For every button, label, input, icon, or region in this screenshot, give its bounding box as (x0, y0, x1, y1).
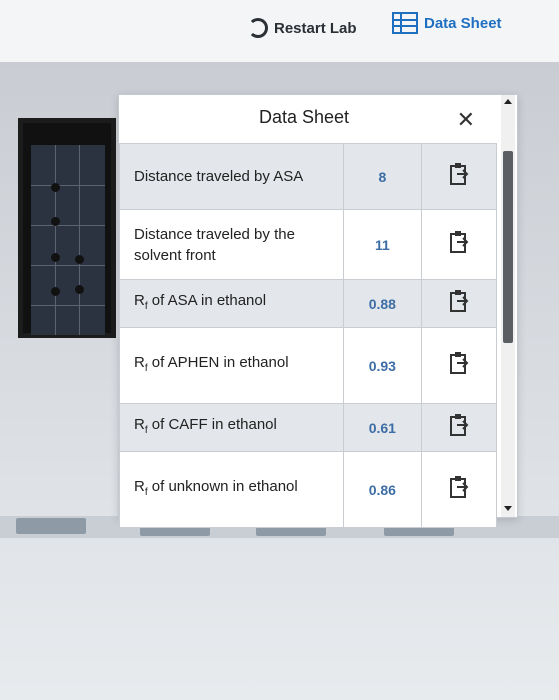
plate-gridline (79, 145, 80, 335)
close-icon[interactable]: ✕ (457, 107, 475, 133)
plate-gridline (31, 225, 105, 226)
data-sheet-label: Data Sheet (424, 14, 502, 32)
table-row: Distance traveled by ASA 8 (118, 143, 498, 210)
panel-scrollbar[interactable] (501, 95, 515, 517)
copy-cell (420, 327, 498, 404)
table-row: Rf of ASA in ethanol 0.88 (118, 279, 498, 328)
row-label: Rf of APHEN in ethanol (118, 327, 345, 404)
row-label-text: of CAFF in ethanol (147, 416, 277, 433)
data-sheet-table: Distance traveled by ASA 8 Distance trav… (118, 143, 498, 528)
tlc-plate[interactable] (18, 118, 116, 338)
table-row: Rf of CAFF in ethanol 0.61 (118, 403, 498, 452)
clipboard-icon[interactable] (448, 230, 470, 254)
restart-lab-label: Restart Lab (274, 19, 357, 37)
clipboard-icon[interactable] (448, 475, 470, 499)
row-value: 0.88 (343, 279, 422, 328)
rf-symbol: R (134, 292, 145, 309)
row-value: 0.93 (343, 327, 422, 404)
panel-title: Data Sheet (258, 107, 350, 127)
plate-gridline (31, 185, 105, 186)
copy-cell (420, 143, 498, 210)
row-label-text: of unknown in ethanol (147, 478, 298, 495)
copy-cell (420, 279, 498, 328)
table-row: Rf of unknown in ethanol 0.86 (118, 451, 498, 528)
plate-gridline (31, 265, 105, 266)
tlc-spot (51, 287, 60, 296)
row-label: Distance traveled by ASA (118, 143, 345, 210)
clipboard-icon[interactable] (448, 413, 470, 437)
tlc-spot (75, 285, 84, 294)
table-row: Distance traveled by the solvent front 1… (118, 209, 498, 280)
scroll-up-icon[interactable] (504, 99, 512, 104)
tlc-spot (51, 253, 60, 262)
tlc-spot (51, 183, 60, 192)
row-label: Distance traveled by the solvent front (118, 209, 345, 280)
row-value: 0.86 (343, 451, 422, 528)
data-sheet-button[interactable]: Data Sheet (392, 12, 502, 34)
restart-icon (248, 18, 268, 38)
copy-cell (420, 403, 498, 452)
rf-symbol: R (134, 354, 145, 371)
plate-gridline (31, 305, 105, 306)
top-toolbar: Restart Lab Data Sheet (0, 0, 559, 62)
row-label: Rf of CAFF in ethanol (118, 403, 345, 452)
copy-cell (420, 451, 498, 528)
tlc-spot (51, 217, 60, 226)
row-label: Rf of unknown in ethanol (118, 451, 345, 528)
row-value: 11 (343, 209, 422, 280)
row-label: Rf of ASA in ethanol (118, 279, 345, 328)
row-label-text: of APHEN in ethanol (147, 354, 289, 371)
rf-symbol: R (134, 416, 145, 433)
data-sheet-panel: Data Sheet ✕ Distance traveled by ASA 8 … (118, 94, 518, 528)
table-icon (392, 12, 418, 34)
tlc-plate-surface (31, 145, 105, 335)
table-row: Rf of APHEN in ethanol 0.93 (118, 327, 498, 404)
tlc-spot (75, 255, 84, 264)
restart-lab-button[interactable]: Restart Lab (248, 18, 357, 38)
clipboard-icon[interactable] (448, 351, 470, 375)
clipboard-icon[interactable] (448, 162, 470, 186)
plate-gridline (55, 145, 56, 335)
row-label-text: of ASA in ethanol (147, 292, 267, 309)
rf-symbol: R (134, 478, 145, 495)
scroll-down-icon[interactable] (504, 506, 512, 511)
bench-item[interactable] (16, 518, 86, 534)
clipboard-icon[interactable] (448, 289, 470, 313)
scroll-thumb[interactable] (503, 151, 513, 343)
copy-cell (420, 209, 498, 280)
row-value: 0.61 (343, 403, 422, 452)
row-value: 8 (343, 143, 422, 210)
